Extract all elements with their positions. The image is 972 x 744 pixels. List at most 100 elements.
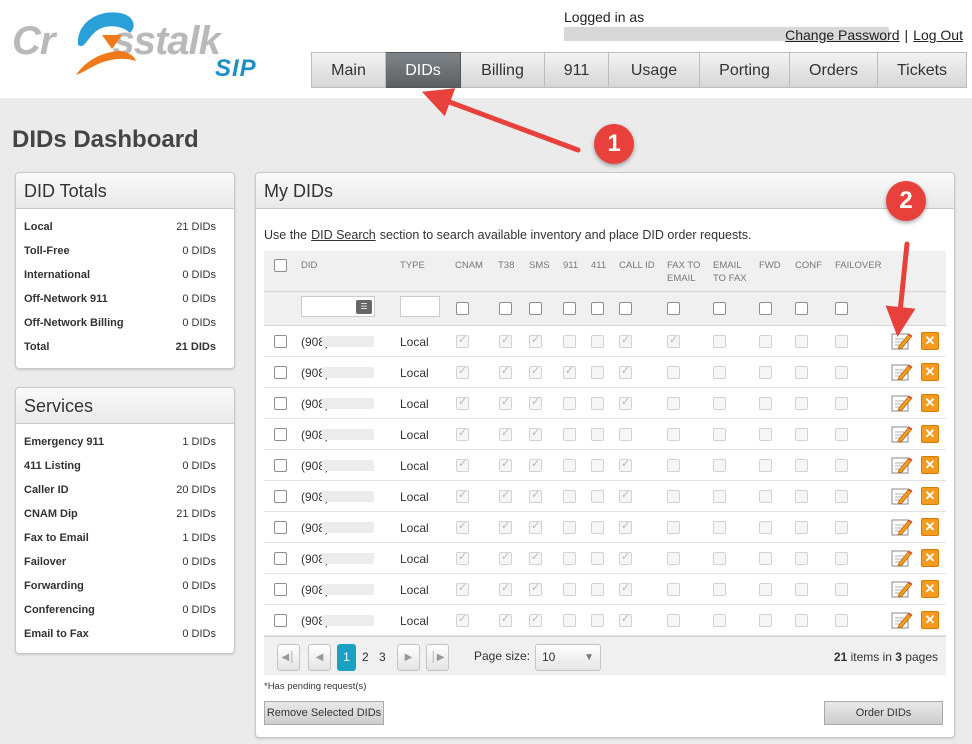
col-411[interactable]: 411 — [591, 259, 606, 272]
stat-label: Local — [24, 221, 53, 233]
fax-to-email-filter-checkbox[interactable] — [667, 302, 680, 315]
row-select-checkbox[interactable] — [274, 397, 287, 410]
next-page-button[interactable]: ▶ — [397, 644, 420, 671]
delete-x-icon[interactable]: ✕ — [921, 518, 939, 536]
callid-filter-checkbox[interactable] — [619, 302, 632, 315]
edit-pencil-icon[interactable] — [891, 424, 913, 444]
col-fwd[interactable]: FWD — [759, 259, 781, 272]
last-page-button[interactable]: │▶ — [426, 644, 449, 671]
delete-x-icon[interactable]: ✕ — [921, 456, 939, 474]
page-size-select[interactable]: 10 ▼ — [535, 644, 601, 671]
row-select-checkbox[interactable] — [274, 583, 287, 596]
row-select-checkbox[interactable] — [274, 521, 287, 534]
row-select-checkbox[interactable] — [274, 490, 287, 503]
did-type: Local — [400, 521, 429, 535]
crosstalk-sip-logo[interactable]: Cr sstalk SIP — [10, 5, 285, 82]
edit-pencil-icon[interactable] — [891, 455, 913, 475]
row-select-checkbox[interactable] — [274, 459, 287, 472]
tab-tickets[interactable]: Tickets — [878, 52, 967, 88]
fwd-filter-checkbox[interactable] — [759, 302, 772, 315]
remove-selected-dids-button[interactable]: Remove Selected DIDs — [264, 701, 384, 725]
col-failover[interactable]: FAILOVER — [835, 259, 881, 272]
stat-value: 21 DIDs — [175, 341, 216, 353]
col-t38[interactable]: T38 — [498, 259, 514, 272]
col-conf[interactable]: CONF — [795, 259, 822, 272]
filter-icon[interactable]: ☰ — [356, 300, 372, 314]
service-value: 0 DIDs — [182, 604, 216, 616]
row-select-checkbox[interactable] — [274, 428, 287, 441]
411-filter-checkbox[interactable] — [591, 302, 604, 315]
did-row: (908)Local✕ — [264, 326, 946, 357]
tab-orders[interactable]: Orders — [790, 52, 878, 88]
feature-flag-checkbox — [456, 364, 469, 379]
delete-x-icon[interactable]: ✕ — [921, 580, 939, 598]
feature-flag-checkbox — [713, 459, 726, 472]
feature-flag-checkbox — [499, 612, 512, 627]
col-email-to-fax[interactable]: EMAIL TO FAX — [713, 259, 753, 285]
row-select-checkbox[interactable] — [274, 335, 287, 348]
delete-x-icon[interactable]: ✕ — [921, 549, 939, 567]
logout-link[interactable]: Log Out — [913, 27, 963, 43]
delete-x-icon[interactable]: ✕ — [921, 332, 939, 350]
t38-filter-checkbox[interactable] — [499, 302, 512, 315]
feature-flag-checkbox — [499, 426, 512, 441]
feature-flag-checkbox — [759, 490, 772, 503]
tab-porting[interactable]: Porting — [700, 52, 790, 88]
stat-label: International — [24, 269, 91, 281]
delete-x-icon[interactable]: ✕ — [921, 363, 939, 381]
tab-911[interactable]: 911 — [545, 52, 609, 88]
edit-pencil-icon[interactable] — [891, 610, 913, 630]
row-select-checkbox[interactable] — [274, 552, 287, 565]
tab-dids[interactable]: DIDs — [386, 52, 461, 88]
col-type[interactable]: TYPE — [400, 259, 425, 272]
page-size-label: Page size: — [474, 649, 531, 663]
col-fax-to-email[interactable]: FAX TO EMAIL — [667, 259, 707, 285]
col-911[interactable]: 911 — [563, 259, 578, 272]
delete-x-icon[interactable]: ✕ — [921, 425, 939, 443]
type-filter-input[interactable] — [400, 296, 440, 317]
page-2-button[interactable]: 2 — [362, 650, 369, 664]
redacted-did-number — [322, 584, 374, 595]
row-select-checkbox[interactable] — [274, 614, 287, 627]
cnam-filter-checkbox[interactable] — [456, 302, 469, 315]
row-select-checkbox[interactable] — [274, 366, 287, 379]
service-value: 0 DIDs — [182, 580, 216, 592]
order-dids-button[interactable]: Order DIDs — [824, 701, 943, 725]
col-cnam[interactable]: CNAM — [455, 259, 483, 272]
feature-flag-checkbox — [499, 364, 512, 379]
tab-billing[interactable]: Billing — [461, 52, 545, 88]
failover-filter-checkbox[interactable] — [835, 302, 848, 315]
edit-pencil-icon[interactable] — [891, 362, 913, 382]
page-1-button[interactable]: 1 — [337, 644, 356, 671]
annotation-badge-2: 2 — [886, 181, 926, 221]
911-filter-checkbox[interactable] — [563, 302, 576, 315]
sms-filter-checkbox[interactable] — [529, 302, 542, 315]
col-sms[interactable]: SMS — [529, 259, 550, 272]
edit-pencil-icon[interactable] — [891, 393, 913, 413]
select-all-checkbox[interactable] — [274, 259, 287, 272]
delete-x-icon[interactable]: ✕ — [921, 611, 939, 629]
feature-flag-checkbox — [499, 581, 512, 596]
prev-page-button[interactable]: ◀ — [308, 644, 331, 671]
first-page-button[interactable]: ◀│ — [277, 644, 300, 671]
did-search-link[interactable]: DID Search — [311, 228, 376, 242]
col-call-id[interactable]: CALL ID — [619, 259, 655, 272]
change-password-link[interactable]: Change Password — [785, 27, 899, 43]
email-to-fax-filter-checkbox[interactable] — [713, 302, 726, 315]
edit-pencil-icon[interactable] — [891, 331, 913, 351]
delete-x-icon[interactable]: ✕ — [921, 487, 939, 505]
col-did[interactable]: DID — [301, 259, 317, 272]
delete-x-icon[interactable]: ✕ — [921, 394, 939, 412]
redacted-did-number — [322, 398, 374, 409]
edit-pencil-icon[interactable] — [891, 579, 913, 599]
conf-filter-checkbox[interactable] — [795, 302, 808, 315]
did-filter-input[interactable]: ☰ — [301, 296, 375, 317]
edit-pencil-icon[interactable] — [891, 548, 913, 568]
page-3-button[interactable]: 3 — [379, 650, 386, 664]
feature-flag-checkbox — [713, 583, 726, 596]
edit-pencil-icon[interactable] — [891, 517, 913, 537]
feature-flag-checkbox — [529, 333, 542, 348]
tab-usage[interactable]: Usage — [609, 52, 700, 88]
edit-pencil-icon[interactable] — [891, 486, 913, 506]
tab-main[interactable]: Main — [311, 52, 386, 88]
